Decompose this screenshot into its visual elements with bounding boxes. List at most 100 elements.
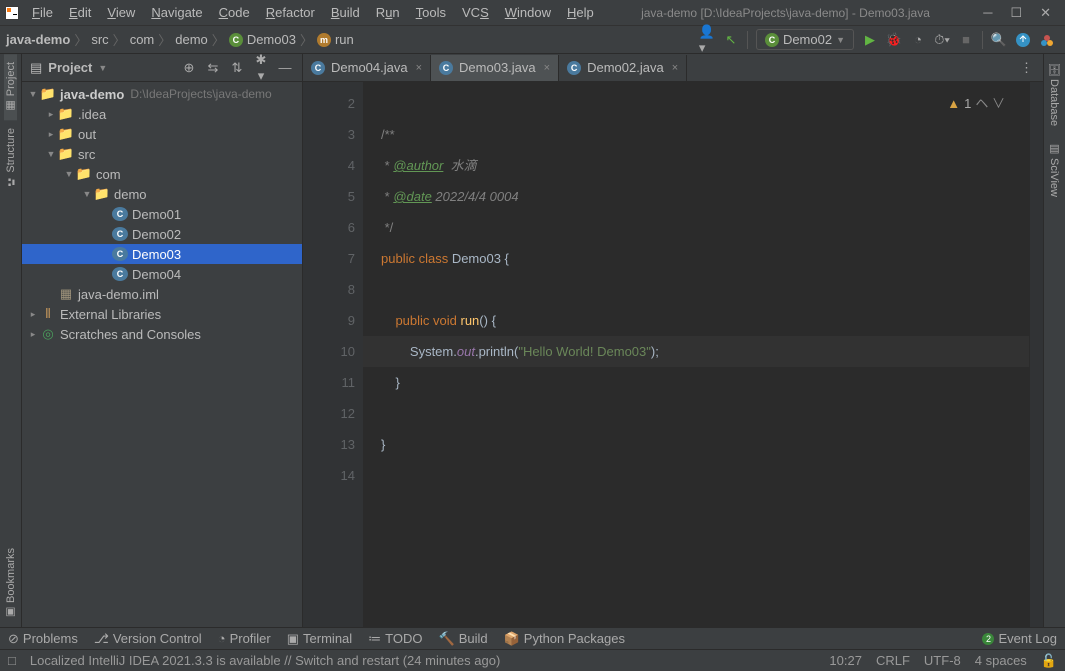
titlebar: File Edit View Navigate Code Refactor Bu… xyxy=(0,0,1065,26)
status-bar: □ Localized IntelliJ IDEA 2021.3.3 is av… xyxy=(0,649,1065,671)
tree-scratches[interactable]: ▸◎Scratches and Consoles xyxy=(22,324,302,344)
hide-icon[interactable]: — xyxy=(276,60,294,75)
settings-dropdown[interactable]: ✱ ▾ xyxy=(252,52,270,84)
search-button[interactable]: 🔍 xyxy=(991,32,1007,48)
tab-demo04[interactable]: CDemo04.java× xyxy=(303,55,431,81)
collapse-icon[interactable]: ⇅ xyxy=(228,60,246,76)
menu-tools[interactable]: Tools xyxy=(408,2,454,23)
event-log-button[interactable]: 2Event Log xyxy=(982,631,1057,646)
close-tab-icon[interactable]: × xyxy=(416,62,422,74)
sync-button[interactable] xyxy=(1015,32,1031,48)
database-tool-button[interactable]: 🗄 Database xyxy=(1048,54,1061,134)
crumb-src[interactable]: src xyxy=(91,32,108,47)
menu-run[interactable]: Run xyxy=(368,2,408,23)
line-ending[interactable]: CRLF xyxy=(876,653,910,668)
sidebar-title: Project xyxy=(48,60,92,75)
tab-more-icon[interactable]: ⋮ xyxy=(1010,60,1043,76)
crumb-com[interactable]: com xyxy=(130,32,155,47)
class-icon: C xyxy=(765,33,779,47)
expand-icon[interactable]: ⇆ xyxy=(204,60,222,76)
right-tool-strip: 🗄 Database ▤ SciView xyxy=(1043,54,1065,627)
menu-help[interactable]: Help xyxy=(559,2,602,23)
menu-view[interactable]: View xyxy=(99,2,143,23)
gutter[interactable]: 234 567 8910 111213 14 xyxy=(303,82,363,627)
nav-toolbar: java-demo〉 src〉 com〉 demo〉 C Demo03〉 m r… xyxy=(0,26,1065,54)
project-view-icon: ▤ xyxy=(30,60,42,76)
editor-tabs: CDemo04.java× CDemo03.java× CDemo02.java… xyxy=(303,54,1043,82)
close-button[interactable]: ✕ xyxy=(1040,5,1051,21)
window-title: java-demo [D:\IdeaProjects\java-demo] - … xyxy=(602,6,969,20)
maximize-button[interactable]: ☐ xyxy=(1010,5,1022,21)
minimize-button[interactable]: ─ xyxy=(983,5,992,21)
stop-button[interactable]: ■ xyxy=(958,32,974,48)
profile-button[interactable]: ⏱▾ xyxy=(934,32,950,48)
tree-file-demo04[interactable]: CDemo04 xyxy=(22,264,302,284)
menu-vcs[interactable]: VCS xyxy=(454,2,497,23)
error-stripe[interactable] xyxy=(1029,82,1043,627)
tree-out[interactable]: ▸📁out xyxy=(22,124,302,144)
tree-file-demo03[interactable]: CDemo03 xyxy=(22,244,302,264)
menubar: File Edit View Navigate Code Refactor Bu… xyxy=(24,2,602,23)
tree-com[interactable]: ▼📁com xyxy=(22,164,302,184)
profiler-button[interactable]: ◔Profiler xyxy=(218,631,271,646)
readonly-icon[interactable]: 🔓 xyxy=(1041,653,1057,669)
close-tab-icon[interactable]: × xyxy=(544,62,550,74)
menu-build[interactable]: Build xyxy=(323,2,368,23)
project-sidebar: ▤ Project ▼ ⊕ ⇆ ⇅ ✱ ▾ — ▼📁java-demoD:\Id… xyxy=(22,54,303,627)
status-message[interactable]: Localized IntelliJ IDEA 2021.3.3 is avai… xyxy=(30,653,500,668)
tab-demo02[interactable]: CDemo02.java× xyxy=(559,55,687,81)
encoding[interactable]: UTF-8 xyxy=(924,653,961,668)
bottom-tool-strip: ⊘Problems ⎇Version Control ◔Profiler ▣Te… xyxy=(0,627,1065,649)
problems-button[interactable]: ⊘Problems xyxy=(8,631,78,647)
close-tab-icon[interactable]: × xyxy=(672,62,678,74)
breadcrumb[interactable]: java-demo〉 src〉 com〉 demo〉 C Demo03〉 m r… xyxy=(0,30,354,49)
sciview-tool-button[interactable]: ▤ SciView xyxy=(1048,134,1061,205)
bookmarks-tool-button[interactable]: ▣ Bookmarks xyxy=(4,540,17,627)
terminal-button[interactable]: ▣Terminal xyxy=(287,631,352,647)
ide-button[interactable] xyxy=(1039,32,1055,48)
notification-icon[interactable]: □ xyxy=(8,653,16,668)
menu-file[interactable]: File xyxy=(24,2,61,23)
tree-idea[interactable]: ▸📁.idea xyxy=(22,104,302,124)
crumb-method[interactable]: run xyxy=(335,32,354,47)
code-lines[interactable]: /** * @author 水滴 * @date 2022/4/4 0004 *… xyxy=(363,82,1029,627)
project-tool-button[interactable]: ▦ Project xyxy=(4,54,17,120)
crumb-demo[interactable]: demo xyxy=(175,32,208,47)
user-icon[interactable]: 👤▾ xyxy=(699,32,715,48)
editor-area: CDemo04.java× CDemo03.java× CDemo02.java… xyxy=(303,54,1043,627)
structure-tool-button[interactable]: ⑆ Structure xyxy=(5,120,17,195)
tree-demo[interactable]: ▼📁demo xyxy=(22,184,302,204)
menu-code[interactable]: Code xyxy=(211,2,258,23)
code-editor[interactable]: 234 567 8910 111213 14 /** * @author 水滴 … xyxy=(303,82,1043,627)
left-tool-strip: ▦ Project ⑆ Structure ▣ Bookmarks xyxy=(0,54,22,627)
tab-demo03[interactable]: CDemo03.java× xyxy=(431,55,559,81)
tree-file-demo01[interactable]: CDemo01 xyxy=(22,204,302,224)
tree-root[interactable]: ▼📁java-demoD:\IdeaProjects\java-demo xyxy=(22,84,302,104)
menu-refactor[interactable]: Refactor xyxy=(258,2,323,23)
vcs-button[interactable]: ⎇Version Control xyxy=(94,631,202,647)
tree-external[interactable]: ▸⫴External Libraries xyxy=(22,304,302,324)
todo-button[interactable]: ≔TODO xyxy=(368,631,422,647)
method-icon: m xyxy=(317,33,331,47)
class-icon: C xyxy=(229,33,243,47)
back-icon[interactable]: ↖ xyxy=(723,32,739,48)
menu-navigate[interactable]: Navigate xyxy=(143,2,210,23)
cursor-position[interactable]: 10:27 xyxy=(829,653,862,668)
run-config-selector[interactable]: C Demo02 ▼ xyxy=(756,29,854,50)
run-button[interactable]: ▶ xyxy=(862,32,878,48)
indent[interactable]: 4 spaces xyxy=(975,653,1027,668)
menu-edit[interactable]: Edit xyxy=(61,2,99,23)
tree-src[interactable]: ▼📁src xyxy=(22,144,302,164)
menu-window[interactable]: Window xyxy=(497,2,559,23)
crumb-class[interactable]: Demo03 xyxy=(247,32,296,47)
build-button[interactable]: 🔨Build xyxy=(439,631,488,647)
project-tree[interactable]: ▼📁java-demoD:\IdeaProjects\java-demo ▸📁.… xyxy=(22,82,302,627)
tree-iml[interactable]: ▦java-demo.iml xyxy=(22,284,302,304)
debug-button[interactable]: 🐞 xyxy=(886,32,902,48)
project-view-dropdown[interactable]: ▼ xyxy=(98,63,107,73)
locate-icon[interactable]: ⊕ xyxy=(180,60,198,76)
tree-file-demo02[interactable]: CDemo02 xyxy=(22,224,302,244)
python-packages-button[interactable]: 📦Python Packages xyxy=(504,631,625,647)
crumb-project[interactable]: java-demo xyxy=(6,32,70,47)
coverage-button[interactable]: ◔ xyxy=(910,32,926,48)
